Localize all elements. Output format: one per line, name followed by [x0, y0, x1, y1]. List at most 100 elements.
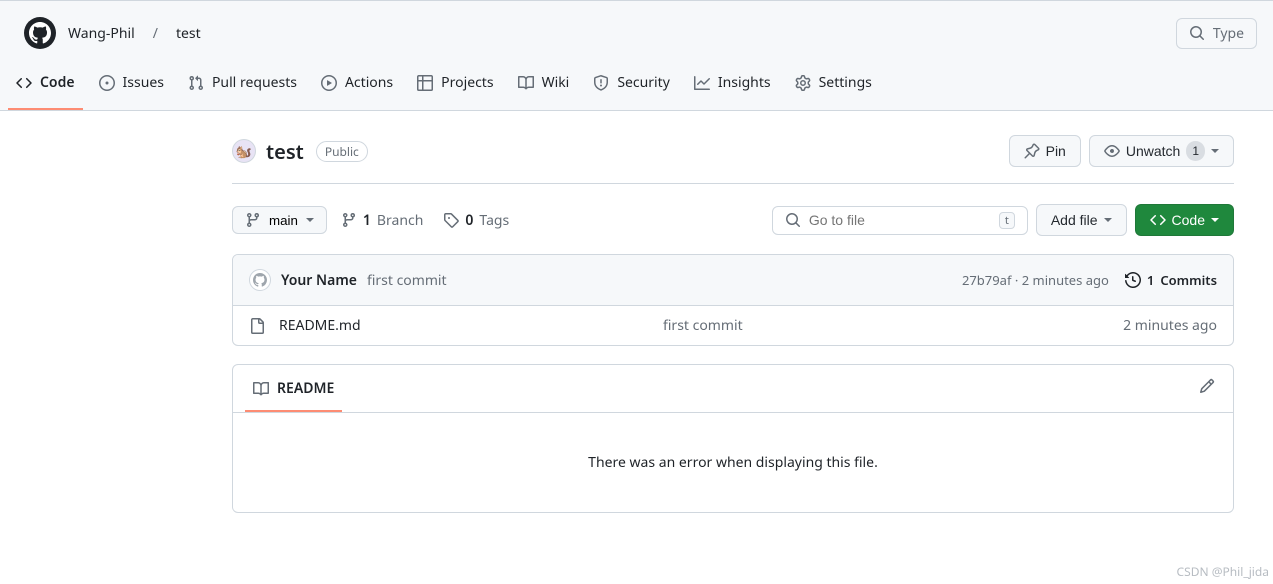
branches-link[interactable]: 1 Branch	[335, 207, 430, 234]
mark-github-icon	[253, 273, 267, 287]
search-icon	[1189, 25, 1205, 41]
branches-count: 1	[363, 211, 371, 230]
add-file-label: Add file	[1051, 210, 1098, 230]
repo-title: test	[266, 138, 304, 165]
file-row: README.md first commit 2 minutes ago	[233, 306, 1233, 345]
file-date: 2 minutes ago	[1123, 316, 1217, 335]
file-link[interactable]: README.md	[279, 316, 361, 335]
tab-actions-label: Actions	[345, 73, 393, 92]
shield-icon	[593, 75, 609, 91]
file-icon	[249, 318, 265, 334]
tab-wiki-label: Wiki	[542, 73, 570, 92]
breadcrumb-separator: /	[153, 24, 158, 43]
meta-separator: ·	[1015, 271, 1022, 289]
file-finder-kbd: t	[999, 212, 1015, 229]
tab-issues[interactable]: Issues	[91, 65, 172, 110]
main-content: 🐿️ test Public Pin Unwatch 1 main 1 Bran…	[0, 111, 1273, 513]
readme-box: README There was an error when displayin…	[232, 364, 1234, 513]
breadcrumb-repo[interactable]: test	[176, 24, 201, 43]
code-icon	[1150, 212, 1166, 228]
github-logo[interactable]	[24, 17, 56, 49]
tab-settings-label: Settings	[819, 73, 872, 92]
commit-sha[interactable]: 27b79af	[962, 271, 1012, 289]
repo-toolbar: main 1 Branch 0 Tags t Add file Code	[232, 204, 1234, 236]
commits-link[interactable]: 1 Commits	[1125, 271, 1217, 289]
caret-down-icon	[1104, 218, 1112, 222]
eye-icon	[1104, 143, 1120, 159]
issue-icon	[99, 75, 115, 91]
tab-code[interactable]: Code	[8, 65, 83, 110]
commit-meta: 27b79af · 2 minutes ago 1 Commits	[962, 271, 1217, 289]
readme-tab-label: README	[277, 379, 334, 398]
tab-code-label: Code	[40, 73, 75, 92]
tag-icon	[443, 212, 459, 228]
readme-body: There was an error when displaying this …	[233, 413, 1233, 512]
tab-settings[interactable]: Settings	[787, 65, 880, 110]
repo-header: 🐿️ test Public Pin Unwatch 1	[232, 135, 1234, 184]
repo-actions: Pin Unwatch 1	[1009, 135, 1234, 167]
tab-wiki[interactable]: Wiki	[510, 65, 578, 110]
book-icon	[518, 75, 534, 91]
commits-count: 1	[1147, 271, 1154, 289]
app-header: Wang-Phil / test Type Code Issues Pull r…	[0, 0, 1273, 111]
commit-author-avatar[interactable]	[249, 269, 271, 291]
caret-down-icon	[1211, 149, 1219, 153]
file-commit-message[interactable]: first commit	[663, 316, 1109, 335]
graph-icon	[694, 75, 710, 91]
commit-time: 2 minutes ago	[1022, 271, 1109, 289]
book-icon	[253, 381, 269, 397]
readme-tab[interactable]: README	[245, 365, 342, 412]
code-icon	[16, 75, 32, 91]
repo-nav: Code Issues Pull requests Actions Projec…	[0, 65, 1273, 110]
watch-button[interactable]: Unwatch 1	[1089, 135, 1234, 167]
owner-avatar[interactable]: 🐿️	[232, 139, 256, 163]
edit-readme-button[interactable]	[1193, 372, 1221, 405]
pin-button[interactable]: Pin	[1009, 135, 1081, 167]
play-icon	[321, 75, 337, 91]
table-icon	[417, 75, 433, 91]
tags-count: 0	[465, 211, 473, 230]
breadcrumb-owner[interactable]: Wang-Phil	[68, 24, 135, 43]
code-button-label: Code	[1172, 210, 1205, 230]
commit-message[interactable]: first commit	[367, 271, 447, 290]
git-branch-icon	[245, 212, 261, 228]
tab-issues-label: Issues	[123, 73, 164, 92]
commit-author[interactable]: Your Name	[281, 271, 357, 290]
commits-label: Commits	[1160, 271, 1217, 289]
readme-error-text: There was an error when displaying this …	[588, 453, 878, 472]
code-button[interactable]: Code	[1135, 204, 1234, 236]
mark-github-icon	[29, 22, 51, 44]
global-search[interactable]: Type	[1176, 18, 1257, 49]
tags-label: Tags	[479, 211, 509, 230]
readme-tabs: README	[233, 365, 1233, 413]
branch-name: main	[269, 213, 298, 228]
file-name: README.md	[279, 316, 649, 335]
pin-icon	[1024, 143, 1040, 159]
history-icon	[1125, 272, 1141, 288]
tab-projects[interactable]: Projects	[409, 65, 501, 110]
visibility-badge: Public	[316, 141, 368, 162]
tab-security-label: Security	[617, 73, 670, 92]
file-listing: Your Name first commit 27b79af · 2 minut…	[232, 254, 1234, 346]
search-icon	[785, 212, 801, 228]
caret-down-icon	[306, 218, 314, 222]
tab-insights-label: Insights	[718, 73, 771, 92]
tab-pulls[interactable]: Pull requests	[180, 65, 305, 110]
branch-selector[interactable]: main	[232, 206, 327, 234]
pin-label: Pin	[1046, 141, 1066, 161]
header-row: Wang-Phil / test Type	[0, 17, 1273, 65]
watch-count: 1	[1186, 141, 1205, 161]
file-finder-input[interactable]	[809, 212, 991, 228]
tab-insights[interactable]: Insights	[686, 65, 779, 110]
search-placeholder: Type	[1213, 24, 1244, 43]
watch-label: Unwatch	[1126, 141, 1180, 161]
add-file-button[interactable]: Add file	[1036, 204, 1127, 236]
tab-actions[interactable]: Actions	[313, 65, 401, 110]
gear-icon	[795, 75, 811, 91]
branches-label: Branch	[377, 211, 423, 230]
file-finder[interactable]: t	[772, 206, 1028, 235]
tab-security[interactable]: Security	[585, 65, 678, 110]
tab-pulls-label: Pull requests	[212, 73, 297, 92]
tags-link[interactable]: 0 Tags	[437, 207, 515, 234]
git-branch-icon	[341, 212, 357, 228]
